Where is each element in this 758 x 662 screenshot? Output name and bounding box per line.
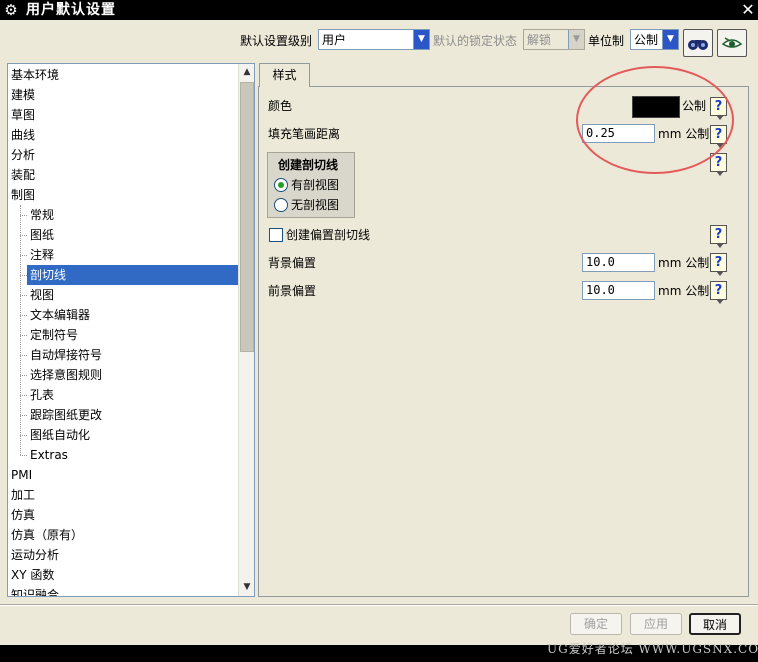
top-toolbar: 默认设置级别 用户 ▼ 默认的锁定状态 解锁 ▼ 单位制 公制 ▼ bbox=[0, 28, 758, 57]
lock-state-value: 解锁 bbox=[527, 33, 552, 47]
tree-connector bbox=[20, 375, 27, 376]
tree-child-item[interactable]: 选择意图规则 bbox=[27, 365, 238, 385]
tree-category-item[interactable]: 制图 bbox=[8, 185, 238, 205]
tree-child-item[interactable]: 视图 bbox=[27, 285, 238, 305]
tree-connector bbox=[20, 455, 27, 456]
tree-connector bbox=[20, 295, 27, 296]
binoculars-icon bbox=[688, 40, 708, 50]
tree-connector bbox=[20, 255, 27, 256]
background-offset-unit: mm 公制 bbox=[658, 256, 710, 270]
close-button[interactable]: ✕ bbox=[738, 0, 758, 20]
annotation-circle bbox=[576, 66, 734, 174]
user-defaults-dialog: ⚙ 用户默认设置 ✕ 默认设置级别 用户 ▼ 默认的锁定状态 解锁 ▼ 单位制 … bbox=[0, 0, 758, 662]
watermark: UG爱好者论坛 WWW.UGSNX.COM bbox=[547, 642, 758, 656]
radio-without-section-view-label[interactable]: 无剖视图 bbox=[291, 197, 339, 213]
radio-without-section-view[interactable] bbox=[274, 198, 288, 212]
tree-category-item[interactable]: 基本环境 bbox=[8, 65, 238, 85]
tree-category-item[interactable]: 仿真（原有） bbox=[8, 525, 238, 545]
tree-category-item[interactable]: 知识融合 bbox=[8, 585, 238, 596]
chevron-up-icon[interactable]: ▲ bbox=[239, 64, 254, 81]
tree-category-item[interactable]: 装配 bbox=[8, 165, 238, 185]
chevron-down-icon[interactable]: ▼ bbox=[662, 30, 678, 49]
tree-connector bbox=[20, 275, 27, 276]
create-section-line-group: 创建剖切线 有剖视图 无剖视图 bbox=[267, 152, 355, 218]
defaults-level-select[interactable]: 用户 ▼ bbox=[318, 29, 430, 50]
help-icon[interactable]: ? bbox=[710, 253, 727, 276]
fill-distance-label: 填充笔画距离 bbox=[268, 127, 341, 141]
tree-connector bbox=[20, 355, 27, 356]
tree-child-item[interactable]: 自动焊接符号 bbox=[27, 345, 238, 365]
radio-with-section-view[interactable] bbox=[274, 178, 288, 192]
view-changes-button[interactable] bbox=[717, 29, 747, 57]
offset-section-line-checkbox[interactable] bbox=[269, 228, 283, 242]
defaults-level-label: 默认设置级别 bbox=[240, 34, 313, 48]
tree-child-item[interactable]: 跟踪图纸更改 bbox=[27, 405, 238, 425]
tree-child-item[interactable]: 常规 bbox=[27, 205, 238, 225]
unit-system-label: 单位制 bbox=[588, 34, 625, 48]
title-bar: ⚙ 用户默认设置 ✕ bbox=[0, 0, 758, 20]
chevron-down-icon[interactable]: ▼ bbox=[413, 30, 429, 49]
tree-scrollbar[interactable]: ▲ ▼ bbox=[238, 64, 254, 596]
eye-icon bbox=[721, 37, 743, 48]
foreground-offset-label: 前景偏置 bbox=[268, 284, 317, 298]
offset-section-line-label[interactable]: 创建偏置剖切线 bbox=[286, 227, 370, 243]
help-icon[interactable]: ? bbox=[710, 281, 727, 304]
tree-category-item[interactable]: 建模 bbox=[8, 85, 238, 105]
help-icon[interactable]: ? bbox=[710, 225, 727, 248]
tree-category-item[interactable]: 加工 bbox=[8, 485, 238, 505]
color-label: 颜色 bbox=[268, 99, 293, 113]
scrollbar-thumb[interactable] bbox=[240, 82, 254, 352]
tree-category-item[interactable]: XY 函数 bbox=[8, 565, 238, 585]
chevron-down-icon[interactable]: ▼ bbox=[239, 579, 254, 596]
tree-connector bbox=[20, 435, 27, 436]
unit-system-value: 公制 bbox=[634, 33, 659, 47]
apply-button[interactable]: 应用 bbox=[630, 613, 682, 635]
chevron-down-icon: ▼ bbox=[568, 30, 584, 49]
tree-connector bbox=[20, 235, 27, 236]
tree-connector bbox=[20, 395, 27, 396]
defaults-level-value: 用户 bbox=[322, 33, 347, 47]
tree-category-item[interactable]: 曲线 bbox=[8, 125, 238, 145]
tree-connector bbox=[20, 205, 21, 455]
divider bbox=[0, 604, 758, 606]
tree-child-item[interactable]: 图纸 bbox=[27, 225, 238, 245]
tree-category-item[interactable]: 运动分析 bbox=[8, 545, 238, 565]
radio-with-section-view-label[interactable]: 有剖视图 bbox=[291, 177, 339, 193]
category-tree: 基本环境 建模 草图 曲线 分析 装配 制图 常规 图纸 注释 剖切线 视图 文本编辑器 定制符号 自动焊接… bbox=[7, 63, 255, 597]
tree-connector bbox=[20, 335, 27, 336]
foreground-offset-unit: mm 公制 bbox=[658, 284, 710, 298]
tree-child-item[interactable]: 孔表 bbox=[27, 385, 238, 405]
background-offset-input[interactable]: 10.0 bbox=[582, 253, 655, 272]
tree-child-item[interactable]: Extras bbox=[27, 445, 238, 465]
tree-child-item[interactable]: 图纸自动化 bbox=[27, 425, 238, 445]
tree-connector bbox=[20, 215, 27, 216]
lock-state-label: 默认的锁定状态 bbox=[433, 34, 518, 48]
tree-category-item[interactable]: PMI bbox=[8, 465, 238, 485]
tree-child-item[interactable]: 注释 bbox=[27, 245, 238, 265]
ok-button[interactable]: 确定 bbox=[570, 613, 622, 635]
gear-icon: ⚙ bbox=[4, 1, 18, 19]
foreground-offset-input[interactable]: 10.0 bbox=[582, 281, 655, 300]
find-button[interactable] bbox=[683, 29, 713, 57]
tree-category-item[interactable]: 仿真 bbox=[8, 505, 238, 525]
tree-category-item[interactable]: 分析 bbox=[8, 145, 238, 165]
background-offset-label: 背景偏置 bbox=[268, 256, 317, 270]
lock-state-select: 解锁 ▼ bbox=[523, 29, 585, 50]
tab-style[interactable]: 样式 bbox=[259, 63, 310, 87]
unit-system-select[interactable]: 公制 ▼ bbox=[630, 29, 679, 50]
tree-child-item[interactable]: 剖切线 bbox=[27, 265, 238, 285]
tree-child-item[interactable]: 文本编辑器 bbox=[27, 305, 238, 325]
group-title: 创建剖切线 bbox=[278, 158, 339, 172]
tree-child-item[interactable]: 定制符号 bbox=[27, 325, 238, 345]
tree-category-item[interactable]: 草图 bbox=[8, 105, 238, 125]
cancel-button[interactable]: 取消 bbox=[689, 613, 741, 635]
window-title: 用户默认设置 bbox=[26, 2, 116, 18]
tree-connector bbox=[20, 415, 27, 416]
tree-connector bbox=[20, 315, 27, 316]
